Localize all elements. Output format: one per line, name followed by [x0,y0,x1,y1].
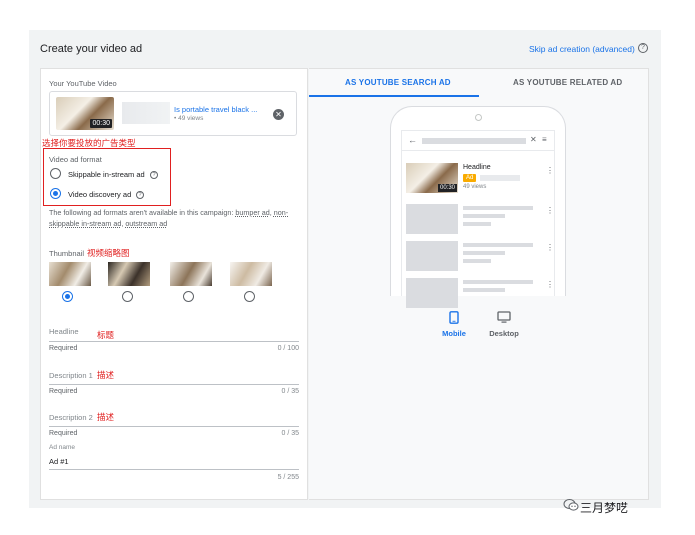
placeholder-line [463,243,533,247]
tab-youtube-related-ad[interactable]: AS YOUTUBE RELATED AD [513,78,622,87]
more-vert-icon: ⋮ [546,206,554,215]
thumbnail-label: Thumbnail [49,249,85,258]
headline-required: Required [49,345,78,352]
placeholder-line [463,214,505,218]
desktop-icon [497,311,511,323]
phone-preview-frame: ← ✕ ≡ 00:30 Headline Ad 49 views ⋮ ⋮ ⋮ ⋮ [390,106,566,308]
preview-ad-thumbnail: 00:30 [406,163,458,193]
headline-annotation: 标题 [97,330,115,340]
description2-annotation: 描述 [97,412,115,422]
active-tab-indicator [309,95,479,97]
description1-input[interactable] [49,384,299,385]
clear-icon: ✕ [530,135,537,144]
description2-field-label: Description 2 [49,413,93,422]
video-views: • 49 views [174,115,204,122]
ad-name-label: Ad name [49,444,76,451]
description1-required: Required [49,388,78,395]
description2-input[interactable] [49,426,299,427]
radio-skippable-in-stream[interactable] [50,168,61,179]
headline-input[interactable] [49,341,299,342]
video-thumbnail: 00:30 [56,97,114,130]
ad-name-input[interactable]: Ad #1 [49,457,69,466]
preview-duration: 00:30 [437,184,457,192]
device-mobile-button[interactable]: Mobile [438,311,470,338]
ad-badge: Ad [463,174,477,182]
thumbnail-radio-4[interactable] [244,291,255,302]
preview-headline: Headline [463,164,491,171]
more-vert-icon: ⋮ [546,280,554,289]
help-icon[interactable]: ? [136,191,144,199]
selected-video-card[interactable]: 00:30 Is portable travel black ... • 49 … [49,91,297,136]
video-section-label: Your YouTube Video [49,79,117,88]
description1-counter: 0 / 35 [281,388,299,395]
preview-channel-blurred [480,175,520,181]
description1-field-label: Description 1 [49,371,93,380]
format-label: Video ad format [49,155,102,164]
ad-name-underline [49,469,299,470]
bumper-ad-link[interactable]: bumper ad [235,208,269,217]
option-skippable-in-stream[interactable]: Skippable in-stream ad [68,170,145,179]
wechat-logo-icon [563,499,579,511]
radio-video-discovery[interactable] [50,188,61,199]
device-mobile-label: Mobile [442,329,466,338]
search-bar: ← ✕ ≡ [402,131,554,151]
ad-name-counter: 5 / 255 [277,474,299,481]
thumbnail-radio-1[interactable] [62,291,73,302]
placeholder-line [463,288,505,292]
more-vert-icon: ⋮ [546,243,554,252]
tab-youtube-search-ad[interactable]: AS YOUTUBE SEARCH AD [345,78,451,87]
headline-counter: 0 / 100 [277,345,299,352]
remove-video-close-icon[interactable]: ✕ [273,109,284,120]
thumbnail-radio-2[interactable] [122,291,133,302]
watermark-text: 三月梦呓 [580,501,629,515]
menu-icon: ≡ [542,135,547,144]
back-arrow-icon: ← [408,135,417,145]
placeholder-thumbnail [406,241,458,271]
note-text: The following ad formats aren't availabl… [49,208,234,217]
preview-views: 49 views [463,184,487,190]
device-desktop-label: Desktop [489,329,519,338]
thumbnail-option-3[interactable] [170,262,212,286]
thumbnail-annotation: 视频缩略图 [87,248,130,258]
placeholder-line [463,280,533,284]
phone-screen: ← ✕ ≡ 00:30 Headline Ad 49 views ⋮ ⋮ ⋮ ⋮ [401,130,555,308]
outstream-ad-link[interactable]: outstream ad [125,219,167,228]
video-title[interactable]: Is portable travel black ... [174,105,257,114]
thumbnail-option-2[interactable] [108,262,150,286]
video-duration: 00:30 [90,119,112,128]
description2-counter: 0 / 35 [281,430,299,437]
mobile-icon [449,311,459,324]
thumbnail-radio-3[interactable] [183,291,194,302]
search-query-blurred [422,138,526,144]
placeholder-line [463,206,533,210]
help-icon[interactable]: ? [638,43,648,53]
unavailable-formats-note: The following ad formats aren't availabl… [49,208,289,228]
placeholder-line [463,251,505,255]
more-vert-icon: ⋮ [546,166,554,175]
description1-annotation: 描述 [97,370,115,380]
page-title: Create your video ad [40,43,143,55]
skip-ad-creation-link[interactable]: Skip ad creation (advanced) [529,44,635,54]
headline-field-label: Headline [49,327,79,336]
placeholder-thumbnail [406,278,458,308]
help-icon[interactable]: ? [150,171,158,179]
option-video-discovery[interactable]: Video discovery ad [68,190,131,199]
placeholder-thumbnail [406,204,458,234]
thumbnail-option-1[interactable] [49,262,91,286]
placeholder-line [463,259,491,263]
channel-info-blurred [122,102,170,124]
device-desktop-button[interactable]: Desktop [484,311,524,338]
placeholder-line [463,222,491,226]
description2-required: Required [49,430,78,437]
thumbnail-option-4[interactable] [230,262,272,286]
phone-speaker [475,114,482,121]
